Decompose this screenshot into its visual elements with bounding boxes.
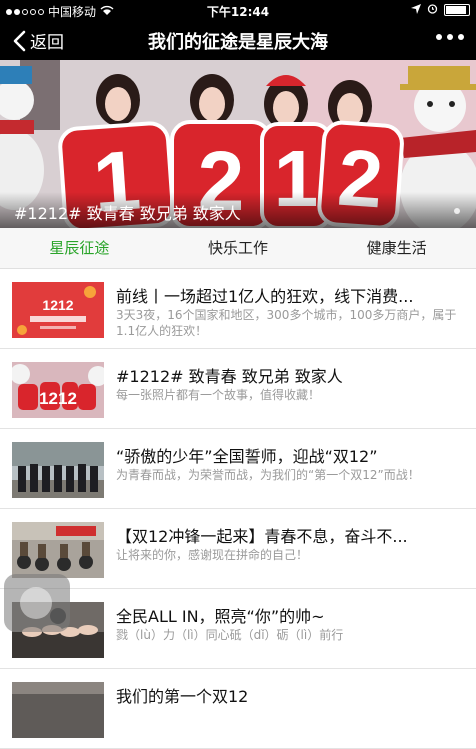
article-title: 全民ALL IN，照亮“你”的帅~ [116,607,325,626]
navigation-bar: 返回 我们的征途是星辰大海 [0,20,476,60]
tab-jiankang-shenghuo[interactable]: 健康生活 [317,228,476,268]
article-thumbnail: 1212 [12,362,104,418]
article-title: 前线丨一场超过1亿人的狂欢，线下消费... [116,287,414,306]
banner-caption-bar: #1212# 致青春 致兄弟 致家人 [0,192,476,228]
article-description: 为青春而战，为荣誉而战，为我们的“第一个双12”而战！ [116,468,420,482]
list-item[interactable]: 全民ALL IN，照亮“你”的帅~ 戮（lù）力（lì）同心砥（dǐ）砺（lì）… [0,589,476,669]
article-list: 1212 前线丨一场超过1亿人的狂欢，线下消费... 3天3夜，16个国家和地区… [0,269,476,749]
article-title: 【双12冲锋一起来】青春不息，奋斗不... [116,527,408,546]
list-item[interactable]: 我们的第一个双12 [0,669,476,749]
article-thumbnail [12,522,104,578]
alarm-clock-icon [427,3,438,17]
assistive-touch-button[interactable] [4,574,70,632]
tab-kuaile-gongzuo[interactable]: 快乐工作 [159,228,318,268]
article-thumbnail [12,682,104,738]
article-description: 3天3夜，16个国家和地区，300多个城市，100多万商户，属于1.1亿人的狂欢… [116,308,457,338]
svg-text:1212: 1212 [42,297,73,313]
tab-xingchen-zhengtu[interactable]: 星辰征途 [0,228,159,268]
location-arrow-icon [411,3,421,17]
more-options-button[interactable] [436,34,464,40]
banner-caption: #1212# 致青春 致兄弟 致家人 [14,204,241,223]
carousel-indicator-dot[interactable] [454,208,460,214]
list-item[interactable]: “骄傲的少年”全国誓师，迎战“双12” 为青春而战，为荣誉而战，为我们的“第一个… [0,429,476,509]
list-item[interactable]: 【双12冲锋一起来】青春不息，奋斗不... 让将来的你，感谢现在拼命的自己！ [0,509,476,589]
article-description: 每一张照片都有一个故事，值得收藏！ [116,388,321,402]
banner-carousel[interactable]: 1 2 1 2 #1212# 致青春 致兄弟 致家人 [0,60,476,228]
assistive-touch-icon [20,587,52,619]
list-item[interactable]: 1212 前线丨一场超过1亿人的狂欢，线下消费... 3天3夜，16个国家和地区… [0,269,476,349]
article-title: “骄傲的少年”全国誓师，迎战“双12” [116,447,378,466]
article-description: 让将来的你，感谢现在拼命的自己！ [116,548,309,562]
page-title: 我们的征途是星辰大海 [148,32,328,53]
list-item[interactable]: 1212 #1212# 致青春 致兄弟 致家人 每一张照片都有一个故事，值得收藏… [0,349,476,429]
article-thumbnail: 1212 [12,282,104,338]
status-bar: 中国移动 下午12:44 [0,0,476,20]
article-thumbnail [12,442,104,498]
article-description: 戮（lù）力（lì）同心砥（dǐ）砺（lì）前行 [116,628,344,642]
svg-text:1212: 1212 [39,389,77,408]
status-icons [411,3,470,17]
battery-icon [444,4,470,16]
status-time: 下午12:44 [206,5,270,19]
category-tabs: 星辰征途 快乐工作 健康生活 [0,228,476,269]
more-dots-icon [436,34,442,40]
article-title: #1212# 致青春 致兄弟 致家人 [116,367,343,386]
